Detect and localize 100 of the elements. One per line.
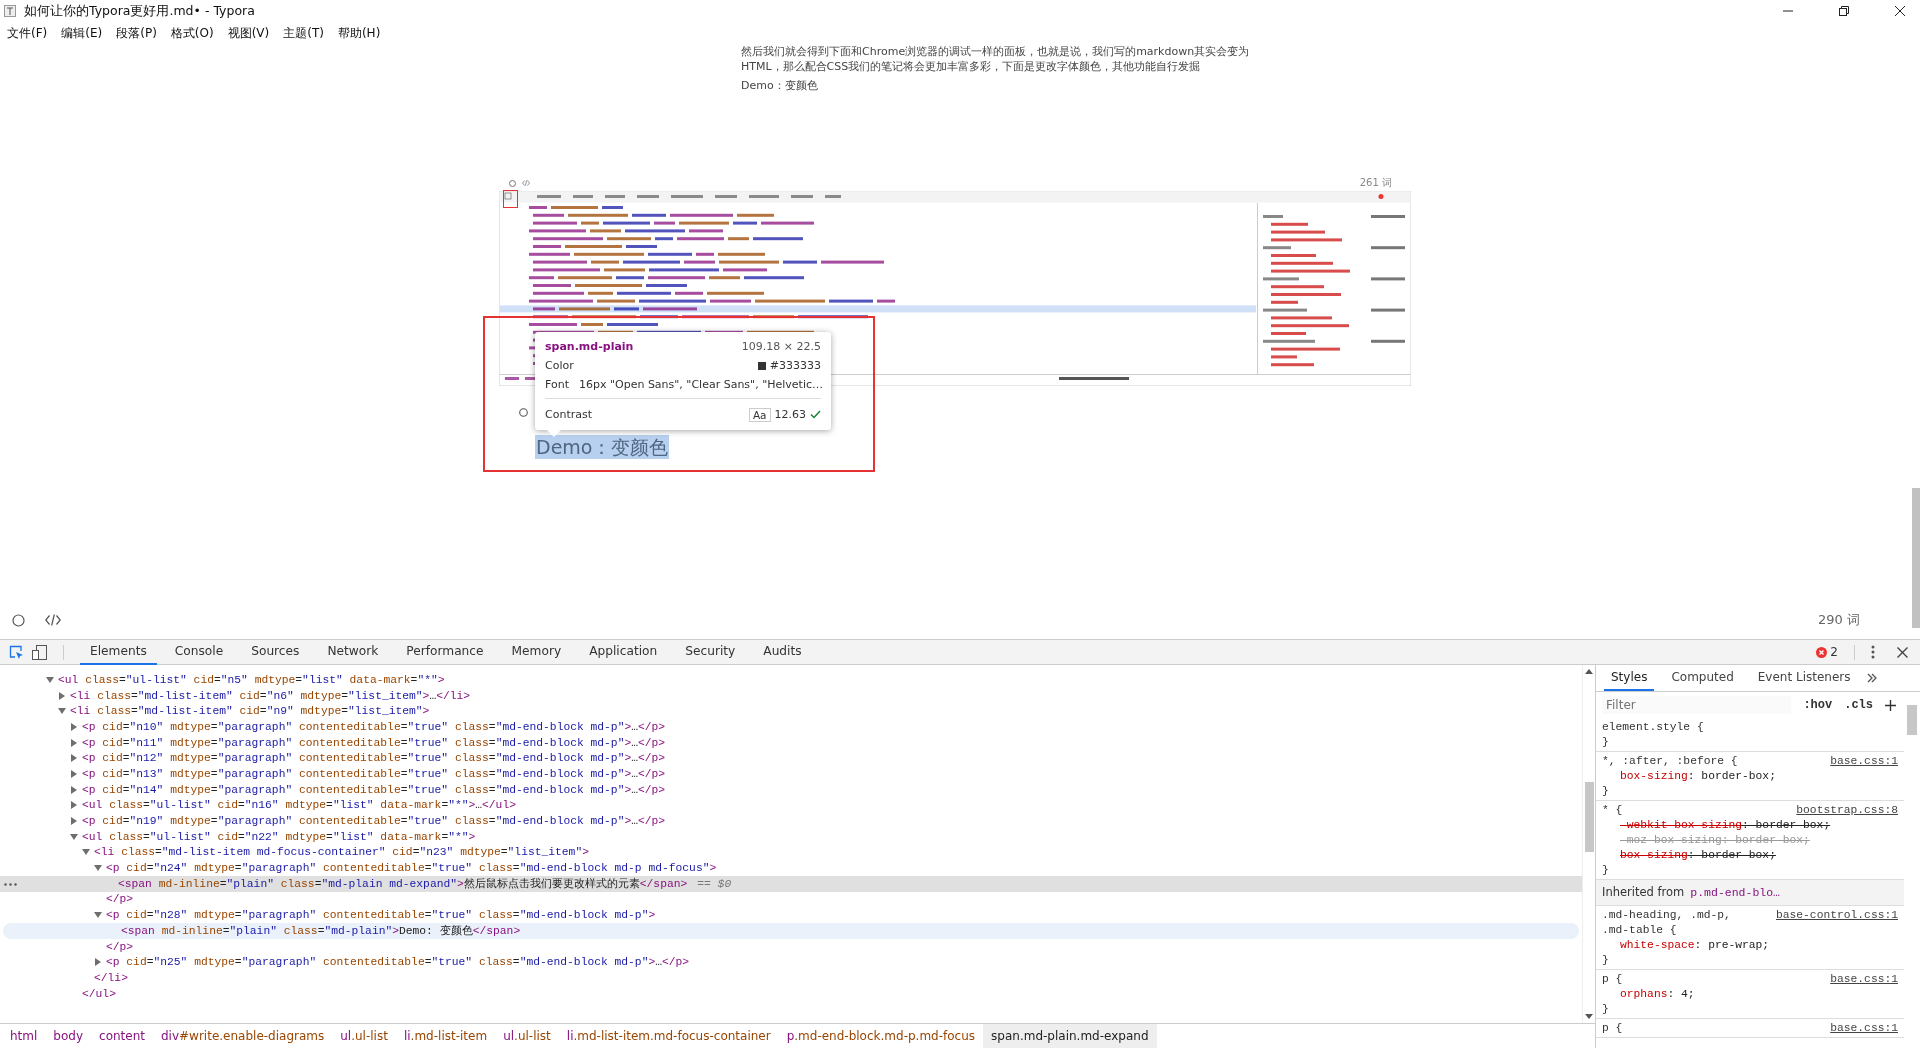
dom-node-line[interactable]: <p cid="n13" mdtype="paragraph" contenteditable="true" class="md-end-block md-p">…</p> bbox=[0, 766, 1582, 782]
breadcrumb-item[interactable]: p.md-end-block.md-p.md-focus bbox=[778, 1024, 984, 1048]
panel-tab[interactable]: Computed bbox=[1664, 665, 1741, 691]
collapse-arrow-icon[interactable] bbox=[58, 707, 66, 716]
dom-node-line[interactable]: <p cid="n25" mdtype="paragraph" contenteditable="true" class="md-end-block md-p">…</p> bbox=[0, 954, 1582, 971]
menu-item[interactable]: 主题(T) bbox=[282, 24, 325, 42]
breadcrumb-item[interactable]: content bbox=[91, 1024, 153, 1048]
css-declaration[interactable]: -webkit-box-sizing: border-box; bbox=[1602, 818, 1898, 833]
devtools-tab[interactable]: Elements bbox=[80, 639, 157, 665]
breadcrumb-item[interactable]: div#write.enable-diagrams bbox=[153, 1024, 333, 1048]
close-icon[interactable] bbox=[1894, 5, 1906, 17]
dom-node-line[interactable]: <p cid="n19" mdtype="paragraph" contenteditable="true" class="md-end-block md-p">…</p> bbox=[0, 813, 1582, 829]
inherited-element-link[interactable]: p.md-end-blo… bbox=[1690, 885, 1780, 900]
css-declaration[interactable]: box-sizing: border-box; bbox=[1602, 769, 1898, 784]
panel-tab[interactable]: Event Listeners bbox=[1750, 665, 1858, 691]
expand-arrow-icon[interactable] bbox=[70, 754, 78, 763]
dom-node-line[interactable]: <p cid="n10" mdtype="paragraph" contenteditable="true" class="md-end-block md-p">…</p> bbox=[0, 719, 1582, 735]
restore-icon[interactable] bbox=[1838, 5, 1850, 17]
error-count[interactable]: 2 bbox=[1830, 645, 1838, 659]
css-brace: } bbox=[1602, 735, 1610, 750]
dom-node-line: </li> bbox=[93, 970, 129, 986]
circle-icon[interactable] bbox=[12, 613, 25, 627]
add-icon[interactable] bbox=[1885, 699, 1896, 711]
device-toolbar-icon[interactable] bbox=[32, 644, 47, 660]
breadcrumb-item[interactable]: html bbox=[2, 1024, 46, 1048]
expand-arrow-icon[interactable] bbox=[70, 801, 78, 810]
source-link[interactable]: base-control.css:1 bbox=[1775, 908, 1898, 923]
dom-node-line[interactable]: <p cid="n14" mdtype="paragraph" contenteditable="true" class="md-end-block md-p">…</p> bbox=[0, 781, 1582, 798]
menu-item[interactable]: 文件(F) bbox=[6, 24, 49, 42]
breadcrumb-item[interactable]: ul.ul-list bbox=[495, 1024, 559, 1048]
source-link[interactable]: base.css:1 bbox=[1830, 1021, 1898, 1036]
breadcrumb-item[interactable]: li.md-list-item.md-focus-container bbox=[558, 1024, 779, 1048]
dom-node-line[interactable]: <ul class="ul-list" cid="n16" mdtype="list" data-mark="*">…</ul> bbox=[0, 797, 1582, 814]
dom-node-line[interactable]: <ul class="ul-list" cid="n5" mdtype="list" data-mark="*"> bbox=[0, 672, 1582, 688]
collapse-arrow-icon[interactable] bbox=[94, 864, 102, 873]
more-dots-icon[interactable] bbox=[4, 882, 17, 886]
devtools-tab[interactable]: Audits bbox=[753, 639, 812, 665]
breadcrumb-item[interactable]: span.md-plain.md-expand bbox=[983, 1024, 1157, 1048]
more-tabs-icon[interactable] bbox=[1867, 673, 1878, 683]
expand-arrow-icon[interactable] bbox=[70, 769, 78, 778]
menu-item[interactable]: 段落(P) bbox=[115, 24, 158, 42]
dom-node-line[interactable]: <li class="md-list-item md-focus-container" cid="n23" mdtype="list_item"> bbox=[0, 844, 1582, 861]
expand-arrow-icon[interactable] bbox=[70, 785, 78, 794]
scrollbar-thumb[interactable] bbox=[1584, 782, 1594, 852]
expand-arrow-icon[interactable] bbox=[70, 738, 78, 747]
dom-node-line[interactable]: <p cid="n24" mdtype="paragraph" contenteditable="true" class="md-end-block md-p md-focus"> bbox=[0, 860, 1582, 876]
source-link[interactable]: base.css:1 bbox=[1830, 754, 1898, 769]
circle-icon bbox=[519, 408, 528, 417]
expand-arrow-icon[interactable] bbox=[94, 958, 102, 967]
devtools-tab[interactable]: Security bbox=[675, 639, 746, 665]
dom-node-line[interactable]: <ul class="ul-list" cid="n22" mdtype="list" data-mark="*"> bbox=[0, 828, 1582, 845]
collapse-arrow-icon[interactable] bbox=[94, 911, 102, 920]
css-declaration[interactable]: box-sizing: border-box; bbox=[1602, 848, 1898, 863]
inspect-icon[interactable] bbox=[9, 644, 24, 660]
breadcrumb-item[interactable]: ul.ul-list bbox=[332, 1024, 396, 1048]
scrollbar-thumb[interactable] bbox=[1907, 705, 1917, 735]
css-declaration[interactable]: orphans: 4; bbox=[1602, 987, 1898, 1002]
css-brace: } bbox=[1602, 953, 1610, 968]
dom-node-line[interactable]: <span md-inline="plain" class="md-plain">Demo: 变颜色</span> bbox=[3, 923, 1579, 939]
breadcrumb-item[interactable]: li.md-list-item bbox=[395, 1024, 496, 1048]
source-code-icon[interactable] bbox=[45, 614, 61, 626]
close-icon[interactable] bbox=[1897, 646, 1908, 658]
dom-node-line[interactable]: <p cid="n11" mdtype="paragraph" contenteditable="true" class="md-end-block md-p">…</p> bbox=[0, 734, 1582, 751]
property-value: 16px "Open Sans", "Clear Sans", "Helvetic… bbox=[578, 378, 823, 391]
source-link[interactable]: base.css:1 bbox=[1830, 972, 1898, 987]
menu-item[interactable]: 格式(O) bbox=[169, 24, 215, 42]
menu-item[interactable]: 视图(V) bbox=[226, 24, 271, 42]
scroll-down-icon[interactable] bbox=[1585, 1014, 1593, 1019]
devtools-tab[interactable]: Memory bbox=[501, 639, 572, 665]
collapse-arrow-icon[interactable] bbox=[46, 675, 54, 684]
app-icon bbox=[4, 5, 16, 17]
expand-arrow-icon[interactable] bbox=[70, 817, 78, 826]
collapse-arrow-icon[interactable] bbox=[70, 832, 78, 841]
devtools-tab[interactable]: Performance bbox=[396, 639, 494, 665]
property-value: #333333 bbox=[769, 359, 821, 372]
menu-item[interactable]: 帮助(H) bbox=[336, 24, 382, 42]
devtools-tab[interactable]: Sources bbox=[241, 639, 310, 665]
expand-arrow-icon[interactable] bbox=[58, 691, 66, 700]
more-options-icon[interactable] bbox=[1871, 645, 1875, 659]
devtools-tab[interactable]: Network bbox=[317, 639, 389, 665]
css-selector: p { bbox=[1602, 972, 1624, 987]
panel-tab[interactable]: Styles bbox=[1604, 665, 1655, 691]
dom-node-line[interactable]: <p cid="n12" mdtype="paragraph" contenteditable="true" class="md-end-block md-p">…</p> bbox=[0, 750, 1582, 767]
cls-toggle[interactable]: .cls bbox=[1844, 698, 1873, 712]
devtools-tab[interactable]: Console bbox=[164, 639, 234, 665]
breadcrumb-item[interactable]: body bbox=[45, 1024, 92, 1048]
expand-arrow-icon[interactable] bbox=[70, 722, 78, 731]
source-link[interactable]: bootstrap.css:8 bbox=[1796, 803, 1898, 818]
dom-node-line[interactable]: <p cid="n28" mdtype="paragraph" contenteditable="true" class="md-end-block md-p"> bbox=[0, 907, 1582, 923]
hov-toggle[interactable]: :hov bbox=[1803, 698, 1833, 712]
devtools-tab[interactable]: Application bbox=[579, 639, 668, 665]
scroll-up-icon[interactable] bbox=[1585, 669, 1593, 674]
collapse-arrow-icon[interactable] bbox=[82, 848, 90, 857]
filter-field[interactable]: Filter bbox=[1602, 696, 1792, 714]
contrast-sample: Aa bbox=[748, 407, 771, 422]
dom-node-line[interactable]: <li class="md-list-item" cid="n6" mdtype="list_item">…</li> bbox=[0, 687, 1582, 704]
css-declaration[interactable]: white-space: pre-wrap; bbox=[1602, 938, 1898, 953]
menu-item[interactable]: 编辑(E) bbox=[60, 24, 104, 42]
dom-node-line[interactable]: <li class="md-list-item" cid="n9" mdtype="list_item"> bbox=[0, 703, 1582, 720]
scrollbar-thumb[interactable] bbox=[1912, 488, 1920, 628]
